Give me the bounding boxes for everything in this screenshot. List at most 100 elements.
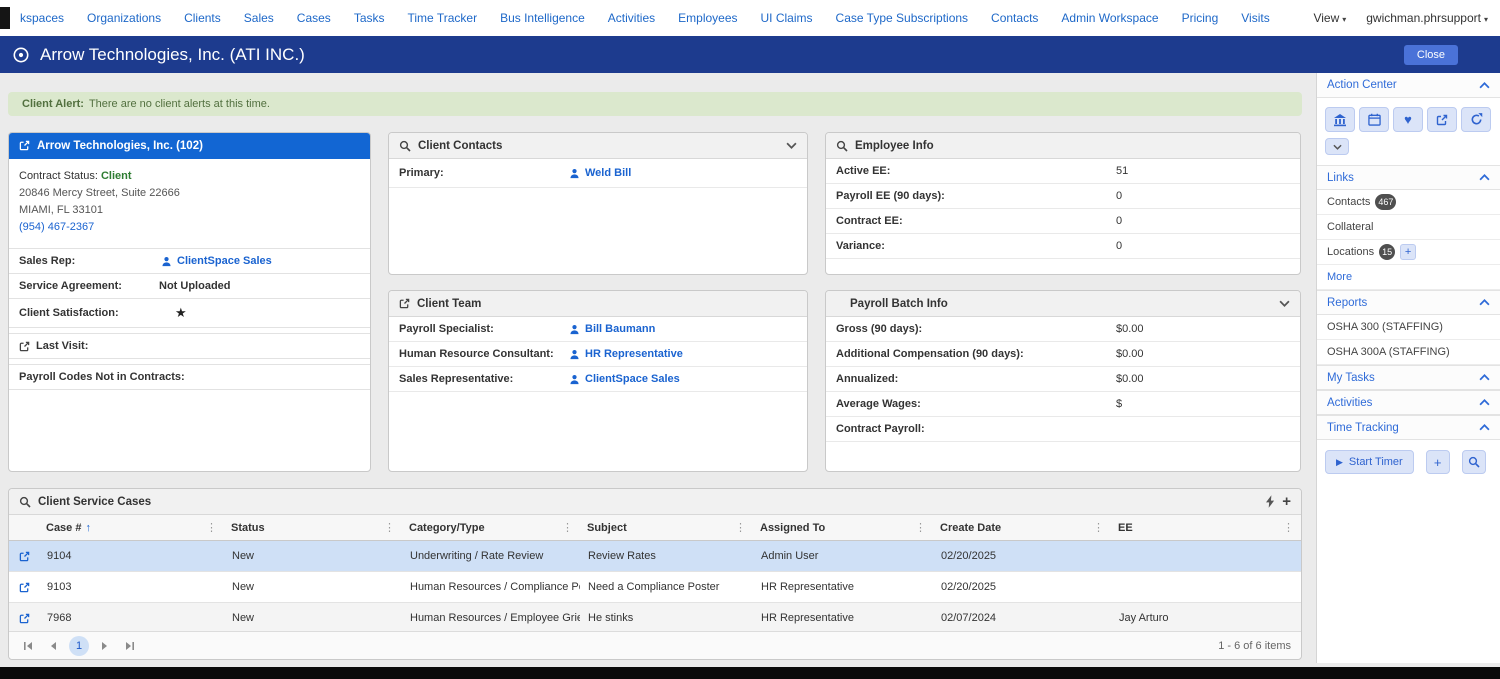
column-assigned-to[interactable]: Assigned To ⋮ <box>753 515 933 540</box>
column-subject[interactable]: Subject ⋮ <box>580 515 753 540</box>
next-page-button[interactable] <box>96 637 114 655</box>
last-visit-row: Last Visit: <box>9 333 370 360</box>
nav-item-organizations[interactable]: Organizations <box>87 11 161 25</box>
nav-item-pricing[interactable]: Pricing <box>1182 11 1219 25</box>
column-menu-icon[interactable]: ⋮ <box>735 521 746 534</box>
chevron-down-icon[interactable] <box>786 142 797 149</box>
column-ee[interactable]: EE ⋮ <box>1111 515 1301 540</box>
nav-item-activities[interactable]: Activities <box>608 11 655 25</box>
nav-item-admin-workspace[interactable]: Admin Workspace <box>1061 11 1158 25</box>
refresh-button[interactable] <box>1461 107 1491 132</box>
column-menu-icon[interactable]: ⋮ <box>1093 521 1104 534</box>
add-case-button[interactable]: + <box>1282 494 1291 509</box>
column-menu-icon[interactable]: ⋮ <box>206 521 217 534</box>
search-icon[interactable] <box>836 140 848 152</box>
add-time-entry-button[interactable]: + <box>1425 450 1450 474</box>
my-tasks-section-header[interactable]: My Tasks <box>1317 365 1500 390</box>
nav-item-contacts[interactable]: Contacts <box>991 11 1038 25</box>
report-item-osha-300a[interactable]: OSHA 300A (STAFFING) <box>1317 340 1500 365</box>
nav-item-ui-claims[interactable]: UI Claims <box>761 11 813 25</box>
primary-contact-link[interactable]: Weld Bill <box>585 167 631 179</box>
team-member-link[interactable]: Bill Baumann <box>585 323 655 335</box>
payroll-row: Additional Compensation (90 days): $0.00 <box>826 342 1300 367</box>
row-value: 51 <box>1116 165 1129 177</box>
open-case-icon[interactable] <box>9 572 39 602</box>
column-status[interactable]: Status ⋮ <box>224 515 402 540</box>
search-icon[interactable] <box>19 496 31 508</box>
row-value: $ <box>1116 398 1123 410</box>
nav-item-case-type-subscriptions[interactable]: Case Type Subscriptions <box>836 11 969 25</box>
add-location-button[interactable]: + <box>1400 244 1417 260</box>
locations-count-badge: 15 <box>1379 244 1396 260</box>
sales-rep-link[interactable]: ClientSpace Sales <box>177 255 272 267</box>
sidebar-item-contacts[interactable]: Contacts 467 <box>1317 190 1500 215</box>
phone-link[interactable]: (954) 467-2367 <box>19 221 94 233</box>
team-member-link[interactable]: HR Representative <box>585 348 683 360</box>
column-menu-icon[interactable]: ⋮ <box>915 521 926 534</box>
nav-item-tasks[interactable]: Tasks <box>354 11 385 25</box>
team-member-link[interactable]: ClientSpace Sales <box>585 373 680 385</box>
nav-item-employees[interactable]: Employees <box>678 11 737 25</box>
prev-page-button[interactable] <box>44 637 62 655</box>
action-center-more-button[interactable] <box>1325 138 1349 155</box>
nav-item-bus-intelligence[interactable]: Bus Intelligence <box>500 11 585 25</box>
first-page-button[interactable] <box>19 637 37 655</box>
column-menu-icon[interactable]: ⋮ <box>1283 521 1294 534</box>
column-menu-icon[interactable]: ⋮ <box>562 521 573 534</box>
view-menu[interactable]: View ▾ <box>1313 11 1346 25</box>
activities-section-header[interactable]: Activities <box>1317 390 1500 415</box>
sidebar-item-locations[interactable]: Locations 15 + <box>1317 240 1500 265</box>
nav-item-visits[interactable]: Visits <box>1241 11 1269 25</box>
nav-item-time-tracker[interactable]: Time Tracker <box>408 11 478 25</box>
links-section-header[interactable]: Links <box>1317 165 1500 190</box>
team-row-label: Human Resource Consultant: <box>399 348 554 360</box>
chevron-up-icon <box>1479 399 1490 406</box>
external-link-icon[interactable] <box>399 298 410 309</box>
nav-item-sales[interactable]: Sales <box>244 11 274 25</box>
team-row-label: Sales Representative: <box>399 373 514 385</box>
external-link-icon[interactable] <box>19 341 30 352</box>
sidebar-item-more[interactable]: More <box>1317 265 1500 290</box>
organization-button[interactable] <box>1325 107 1355 132</box>
time-tracking-section-header[interactable]: Time Tracking <box>1317 415 1500 440</box>
column-category[interactable]: Category/Type ⋮ <box>402 515 580 540</box>
report-item-osha-300[interactable]: OSHA 300 (STAFFING) <box>1317 315 1500 340</box>
pagination-bar: 1 1 - 6 of 6 items <box>9 631 1301 659</box>
cell-create-date: 02/07/2024 <box>941 612 997 624</box>
last-page-button[interactable] <box>121 637 139 655</box>
cell-case-number: 9104 <box>47 550 72 562</box>
close-button[interactable]: Close <box>1403 44 1458 65</box>
external-link-icon[interactable] <box>19 140 30 151</box>
open-case-icon[interactable] <box>9 603 39 633</box>
calendar-button[interactable] <box>1359 107 1389 132</box>
table-row[interactable]: 9104 New Underwriting / Rate Review Revi… <box>9 541 1301 572</box>
search-icon[interactable] <box>399 140 411 152</box>
open-case-icon[interactable] <box>9 541 39 571</box>
search-time-button[interactable] <box>1461 450 1486 474</box>
row-label: Payroll EE (90 days): <box>836 190 945 202</box>
column-case-number[interactable]: Case # ↑ ⋮ <box>39 515 224 540</box>
reports-section-header[interactable]: Reports <box>1317 290 1500 315</box>
favorite-button[interactable]: ♥ <box>1393 107 1423 132</box>
action-center-buttons: ♥ <box>1317 98 1500 136</box>
chevron-down-icon[interactable] <box>1279 300 1290 307</box>
nav-item-cases[interactable]: Cases <box>297 11 331 25</box>
column-menu-icon[interactable]: ⋮ <box>384 521 395 534</box>
nav-right: View ▾ gwichman.phrsupport ▾ <box>1313 11 1488 25</box>
nav-item-clients[interactable]: Clients <box>184 11 221 25</box>
column-create-date[interactable]: Create Date ⋮ <box>933 515 1111 540</box>
user-menu[interactable]: gwichman.phrsupport ▾ <box>1366 11 1488 25</box>
current-page-button[interactable]: 1 <box>69 635 89 656</box>
quick-actions-bolt-icon[interactable] <box>1266 495 1275 508</box>
row-value: $0.00 <box>1116 373 1144 385</box>
app-header: Arrow Technologies, Inc. (ATI INC.) Clos… <box>0 36 1500 73</box>
sales-rep-label: Sales Rep: <box>19 255 76 268</box>
table-row[interactable]: 9103 New Human Resources / Compliance Po… <box>9 572 1301 603</box>
action-center-header[interactable]: Action Center <box>1317 73 1500 98</box>
start-timer-button[interactable]: ▶ Start Timer <box>1325 450 1414 474</box>
table-row[interactable]: 7968 New Human Resources / Employee Grie… <box>9 603 1301 634</box>
sidebar-item-collateral[interactable]: Collateral <box>1317 215 1500 240</box>
open-external-button[interactable] <box>1427 107 1457 132</box>
star-icon[interactable]: ★ <box>175 305 187 321</box>
nav-item-workspaces[interactable]: kspaces <box>20 11 64 25</box>
